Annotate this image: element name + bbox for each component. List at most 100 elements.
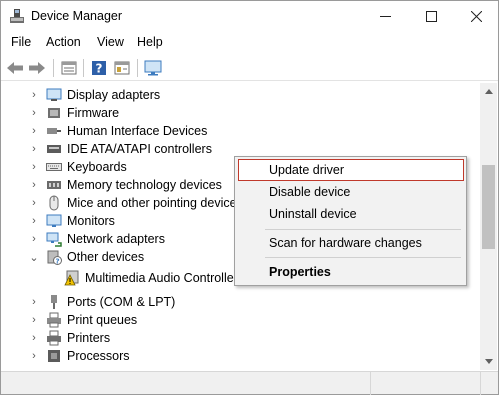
menu-file[interactable]: File <box>11 35 31 49</box>
tree-item-label: Multimedia Audio Controller <box>85 271 238 285</box>
back-button[interactable] <box>5 58 25 78</box>
maximize-button[interactable] <box>408 1 454 31</box>
properties-menu-item[interactable]: Properties <box>238 261 464 283</box>
monitor-icon <box>46 213 62 229</box>
menu-action[interactable]: Action <box>46 35 81 49</box>
tree-item-ports[interactable]: › Ports (COM & LPT) <box>2 293 480 311</box>
tree-item-label: Processors <box>67 349 130 363</box>
chevron-right-icon[interactable]: › <box>28 124 40 138</box>
chevron-down-icon[interactable]: ⌄ <box>28 250 40 264</box>
title-bar[interactable]: Device Manager <box>1 1 498 31</box>
firmware-icon <box>46 105 62 121</box>
tree-item-hid[interactable]: › Human Interface Devices <box>2 122 480 140</box>
disable-device-menu-item[interactable]: Disable device <box>238 181 464 203</box>
menu-separator <box>265 229 461 230</box>
svg-text:?: ? <box>96 62 103 76</box>
monitor-icon <box>144 60 162 76</box>
vertical-scrollbar[interactable] <box>480 83 497 370</box>
menu-view[interactable]: View <box>97 35 124 49</box>
chevron-right-icon[interactable]: › <box>28 232 40 246</box>
tree-item-label: Monitors <box>67 214 115 228</box>
port-icon <box>46 294 62 310</box>
tree-item-label: Other devices <box>67 250 145 264</box>
keyboard-icon <box>46 159 62 175</box>
maximize-icon <box>425 10 437 22</box>
menu-help[interactable]: Help <box>137 35 163 49</box>
processor-icon <box>46 348 62 364</box>
tree-item-processors[interactable]: › Processors <box>2 347 480 365</box>
tree-item-label: Human Interface Devices <box>67 124 208 138</box>
status-bar <box>1 371 498 395</box>
help-icon: ? <box>92 61 106 76</box>
mouse-icon <box>46 195 62 211</box>
toolbar: ? <box>1 55 498 81</box>
menu-item-label: Uninstall device <box>269 207 357 221</box>
print-queue-icon <box>46 312 62 328</box>
tree-item-label: Ports (COM & LPT) <box>67 295 176 309</box>
tree-item-print-queues[interactable]: › Print queues <box>2 311 480 329</box>
properties-button[interactable] <box>59 58 79 78</box>
back-arrow-icon <box>7 62 23 74</box>
forward-button[interactable] <box>27 58 47 78</box>
printer-icon <box>46 330 62 346</box>
tree-item-label: Printers <box>67 331 111 345</box>
menu-bar: File Action View Help <box>1 31 498 53</box>
device-manager-icon <box>9 8 25 24</box>
chevron-right-icon[interactable]: › <box>28 88 40 102</box>
tree-item-label: IDE ATA/ATAPI controllers <box>67 142 212 156</box>
tree-item-display-adapters[interactable]: › Display adapters <box>2 86 480 104</box>
chevron-right-icon[interactable]: › <box>28 178 40 192</box>
chevron-right-icon[interactable]: › <box>28 142 40 156</box>
tree-item-label: Mice and other pointing device <box>67 196 237 210</box>
close-button[interactable] <box>453 1 499 31</box>
menu-item-label: Update driver <box>269 163 345 177</box>
scan-hardware-changes-menu-item[interactable]: Scan for hardware changes <box>238 232 464 254</box>
status-cell <box>1 372 371 395</box>
menu-item-label: Properties <box>269 265 331 279</box>
uninstall-device-menu-item[interactable]: Uninstall device <box>238 203 464 225</box>
chevron-right-icon[interactable]: › <box>28 295 40 309</box>
tree-item-label: Firmware <box>67 106 120 120</box>
hid-icon <box>46 123 62 139</box>
forward-arrow-icon <box>29 62 45 74</box>
window-title: Device Manager <box>31 9 123 23</box>
tree-item-firmware[interactable]: › Firmware <box>2 104 480 122</box>
minimize-button[interactable] <box>362 1 408 31</box>
chevron-right-icon[interactable]: › <box>28 349 40 363</box>
chevron-right-icon[interactable]: › <box>28 313 40 327</box>
tree-item-label: Print queues <box>67 313 138 327</box>
chevron-right-icon[interactable]: › <box>28 106 40 120</box>
chevron-right-icon[interactable]: › <box>28 196 40 210</box>
chevron-right-icon[interactable]: › <box>28 214 40 228</box>
scroll-up-icon <box>484 89 493 94</box>
chevron-right-icon[interactable]: › <box>28 331 40 345</box>
menu-item-label: Scan for hardware changes <box>269 236 422 250</box>
tree-item-printers[interactable]: › Printers <box>2 329 480 347</box>
network-adapter-icon <box>46 231 62 247</box>
tree-item-label: Network adapters <box>67 232 165 246</box>
toolbar-separator <box>53 59 54 77</box>
tree-item-label: Memory technology devices <box>67 178 222 192</box>
show-hidden-icon <box>114 61 130 75</box>
scroll-down-icon <box>484 359 493 364</box>
minimize-icon <box>379 15 391 17</box>
properties-icon <box>61 61 77 75</box>
update-driver-menu-item[interactable]: Update driver <box>238 159 464 181</box>
help-button[interactable]: ? <box>89 58 109 78</box>
status-cell <box>371 372 481 395</box>
svg-text:?: ? <box>55 258 59 266</box>
device-manager-window: Device Manager File Action View Help ? ›… <box>0 0 499 395</box>
scroll-up-button[interactable] <box>480 83 497 100</box>
show-hidden-button[interactable] <box>112 58 132 78</box>
ide-controller-icon <box>46 141 62 157</box>
display-adapter-icon <box>46 87 62 103</box>
scrollbar-thumb[interactable] <box>482 165 495 249</box>
scan-hardware-button[interactable] <box>143 58 163 78</box>
tree-item-label: Keyboards <box>67 160 127 174</box>
menu-separator <box>265 257 461 258</box>
close-icon <box>470 10 482 22</box>
warning-device-icon <box>64 270 80 286</box>
toolbar-separator <box>83 59 84 77</box>
scroll-down-button[interactable] <box>480 353 497 370</box>
chevron-right-icon[interactable]: › <box>28 160 40 174</box>
